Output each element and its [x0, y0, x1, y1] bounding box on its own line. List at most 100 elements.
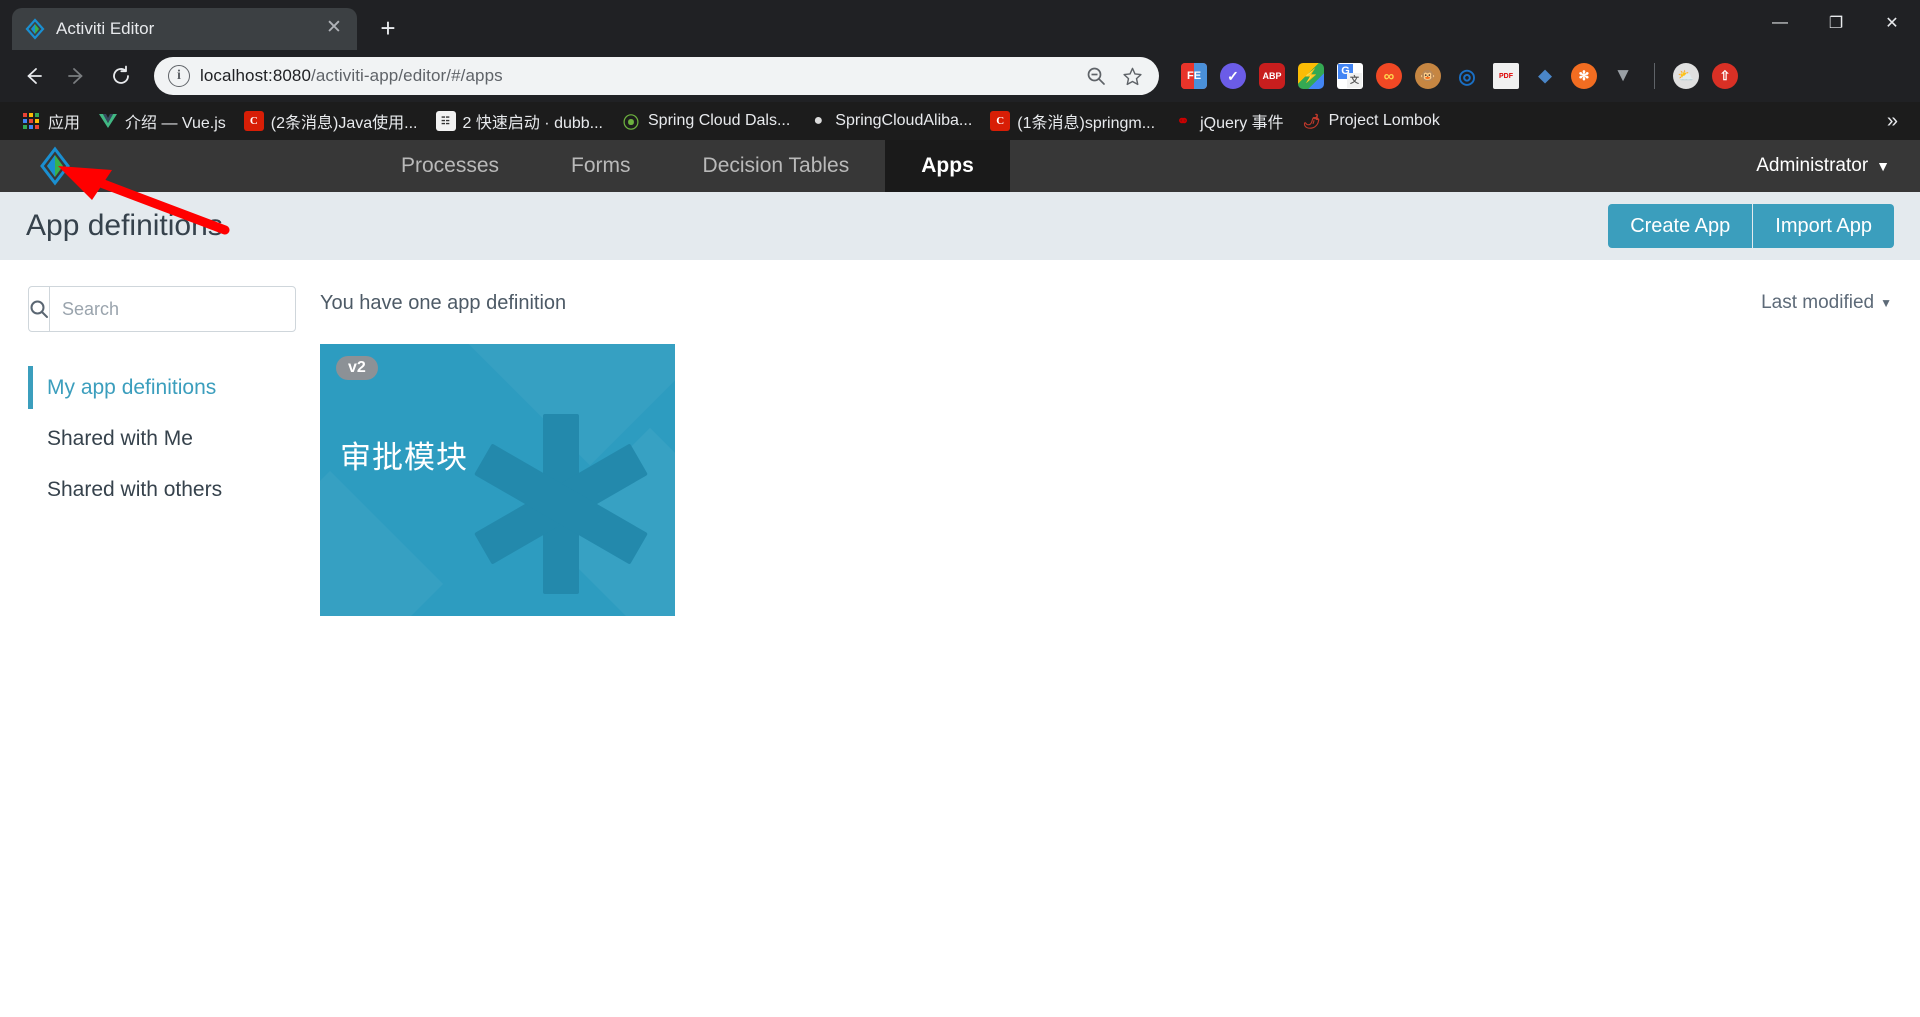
extensions-tray: FE ✓ ABP ⚡ G 文 ∞ 🐵 ◎ PDF ◆ ✻ ▼ ⛅ ⇧ — [1181, 63, 1738, 89]
csdn-icon: C — [990, 111, 1011, 131]
bookmark-label: 应用 — [48, 115, 81, 132]
bookmark-item[interactable]: 应用 — [12, 105, 89, 137]
page-title: App definitions — [26, 209, 223, 242]
app-navbar: Processes Forms Decision Tables Apps Adm… — [0, 140, 1920, 192]
main-panel: You have one app definition Last modifie… — [320, 286, 1920, 616]
version-badge: v2 — [336, 356, 378, 380]
bookmark-label: (1条消息)springm... — [1017, 115, 1156, 132]
bookmark-item[interactable]: C (2条消息)Java使用... — [235, 105, 427, 137]
maximize-button[interactable]: ❐ — [1808, 0, 1864, 46]
search-icon — [29, 287, 50, 331]
sort-dropdown[interactable]: Last modified ▼ — [1761, 292, 1892, 314]
window-controls: — ❐ ✕ — [1752, 0, 1920, 50]
bookmark-label: Project Lombok — [1328, 112, 1440, 129]
bookmark-item[interactable]: ⦿ Spring Cloud Dals... — [612, 107, 799, 135]
close-window-button[interactable]: ✕ — [1864, 0, 1920, 46]
bookmark-label: jQuery 事件 — [1200, 115, 1284, 132]
bookmark-item[interactable]: ☷ 2 快速启动 · dubb... — [427, 105, 613, 137]
app-nav-tabs: Processes Forms Decision Tables Apps — [365, 140, 1010, 192]
caret-down-icon: ▼ — [1880, 296, 1892, 310]
tab-processes[interactable]: Processes — [365, 140, 535, 192]
sidebar: My app definitions Shared with Me Shared… — [0, 286, 320, 616]
google-translate-icon[interactable]: G 文 — [1337, 63, 1363, 89]
omnibox[interactable]: i localhost:8080/activiti-app/editor/#/a… — [154, 57, 1159, 95]
create-app-button[interactable]: Create App — [1608, 204, 1754, 248]
tab-forms[interactable]: Forms — [535, 140, 667, 192]
new-tab-button[interactable]: + — [367, 8, 409, 50]
profile-avatar-icon[interactable]: ⛅ — [1673, 63, 1699, 89]
leaf-icon[interactable]: ◎ — [1454, 63, 1480, 89]
app-card-grid: v2 审批模块 — [320, 344, 1892, 616]
back-arrow-icon[interactable] — [14, 57, 52, 95]
update-arrow-icon[interactable]: ⇧ — [1712, 63, 1738, 89]
forward-arrow-icon[interactable] — [58, 57, 96, 95]
user-menu-label: Administrator — [1756, 155, 1869, 176]
zoom-out-icon[interactable] — [1083, 63, 1109, 89]
toolbar-divider — [1654, 63, 1655, 89]
minimize-button[interactable]: — — [1752, 0, 1808, 46]
app-card-title: 审批模块 — [340, 440, 468, 475]
activiti-logo-icon[interactable] — [0, 140, 110, 192]
browser-navigation-bar: i localhost:8080/activiti-app/editor/#/a… — [0, 50, 1920, 102]
import-app-button[interactable]: Import App — [1753, 204, 1894, 248]
fe-helper-icon[interactable]: FE — [1181, 63, 1207, 89]
bookmarks-overflow-button[interactable]: » — [1877, 106, 1908, 137]
dubbo-icon: ☷ — [435, 111, 456, 131]
bookmark-item[interactable]: ⚭ jQuery 事件 — [1164, 105, 1293, 137]
search-input[interactable] — [50, 287, 306, 331]
chevron-down-icon: ▼ — [1876, 158, 1890, 174]
url-path: /activiti-app/editor/#/apps — [311, 66, 503, 85]
sidebar-item-my-app-definitions[interactable]: My app definitions — [28, 366, 320, 410]
vue-devtools-icon[interactable]: ▼ — [1610, 63, 1636, 89]
sidebar-item-shared-with-me[interactable]: Shared with Me — [28, 417, 320, 460]
bookmark-item[interactable]: C (1条消息)springm... — [981, 105, 1164, 137]
close-icon[interactable]: ✕ — [323, 18, 345, 40]
github-icon: ● — [813, 112, 824, 129]
tab-strip: Activiti Editor ✕ + — [0, 0, 1752, 50]
check-circle-icon[interactable]: ✓ — [1220, 63, 1246, 89]
lombok-icon: 🌶 — [1302, 112, 1321, 129]
tab-decision-tables[interactable]: Decision Tables — [667, 140, 886, 192]
user-menu[interactable]: Administrator ▼ — [1756, 140, 1920, 192]
url-host: localhost:8080 — [200, 66, 312, 85]
bookmark-label: Spring Cloud Dals... — [648, 112, 791, 129]
bookmark-item[interactable]: ● SpringCloudAliba... — [799, 107, 981, 135]
adblock-plus-icon[interactable]: ABP — [1259, 63, 1285, 89]
browser-window: Activiti Editor ✕ + — ❐ ✕ i localhost:80… — [0, 0, 1920, 1017]
activiti-diamond-icon — [24, 18, 46, 40]
apps-grid-icon — [21, 111, 41, 131]
url-text: localhost:8080/activiti-app/editor/#/app… — [200, 66, 1073, 86]
bookmark-item[interactable]: 🌶 Project Lombok — [1293, 107, 1449, 135]
infinity-icon[interactable]: ∞ — [1376, 63, 1402, 89]
info-circle-icon[interactable]: i — [168, 65, 190, 87]
search-box[interactable] — [28, 286, 306, 332]
activiti-app: Processes Forms Decision Tables Apps Adm… — [0, 140, 1920, 1017]
app-card[interactable]: v2 审批模块 — [320, 344, 675, 616]
bookmark-item[interactable]: 介绍 — Vue.js — [89, 105, 235, 137]
vuejs-icon — [98, 111, 118, 131]
tab-title: Activiti Editor — [56, 19, 155, 38]
main-panel-header: You have one app definition Last modifie… — [320, 286, 1892, 320]
asterisk-icon — [474, 414, 648, 594]
bookmarks-bar: 应用 介绍 — Vue.js C (2条消息)Java使用... ☷ 2 快速启… — [0, 102, 1920, 140]
proxy-switch-icon[interactable]: ◆ — [1532, 63, 1558, 89]
orange-dot-icon[interactable]: ✻ — [1571, 63, 1597, 89]
bookmark-label: SpringCloudAliba... — [835, 112, 973, 129]
star-icon[interactable] — [1119, 63, 1145, 89]
fatkun-icon[interactable]: ⚡ — [1298, 63, 1324, 89]
browser-tab[interactable]: Activiti Editor ✕ — [12, 8, 357, 50]
sidebar-item-shared-with-others[interactable]: Shared with others — [28, 468, 320, 511]
page-header: App definitions Create App Import App — [0, 192, 1920, 260]
tab-apps[interactable]: Apps — [885, 140, 1010, 192]
bookmark-label: 2 快速启动 · dubb... — [462, 115, 604, 132]
page-actions: Create App Import App — [1608, 204, 1894, 248]
monkey-icon[interactable]: 🐵 — [1415, 63, 1441, 89]
csdn-icon: C — [243, 111, 264, 131]
bookmark-label: (2条消息)Java使用... — [270, 115, 418, 132]
page-content: My app definitions Shared with Me Shared… — [0, 260, 1920, 616]
result-count-text: You have one app definition — [320, 291, 567, 314]
bookmark-label: 介绍 — Vue.js — [125, 115, 226, 132]
jquery-icon: ⚭ — [1176, 113, 1190, 130]
reload-icon[interactable] — [102, 57, 140, 95]
pdfjs-icon[interactable]: PDF — [1493, 63, 1519, 89]
